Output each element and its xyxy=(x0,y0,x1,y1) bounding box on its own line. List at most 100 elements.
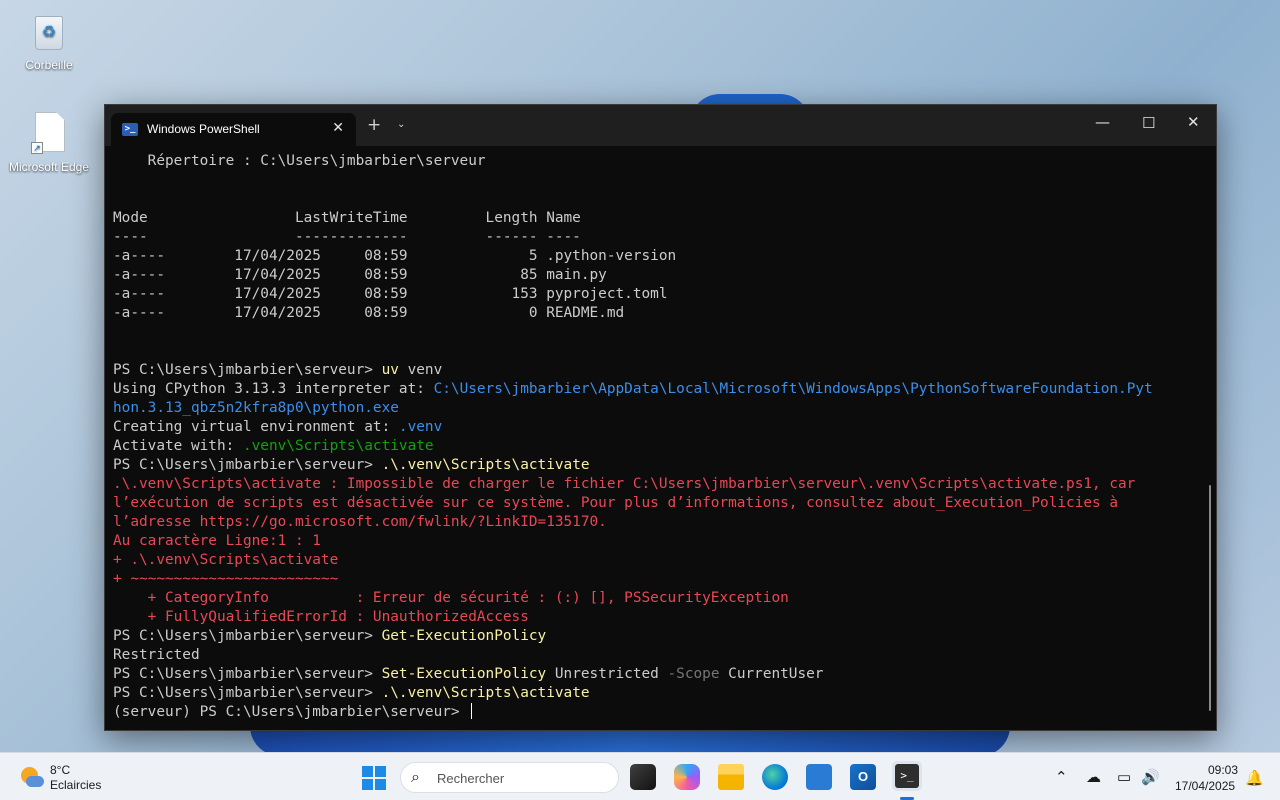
console-text: PS C:\Users\jmbarbier\serveur> xyxy=(113,666,382,682)
console-text: -a---- 17/04/2025 08:59 0 README.md xyxy=(113,305,625,321)
edge-icon[interactable] xyxy=(762,764,788,790)
desktop-icon-label: Corbeille xyxy=(25,58,73,72)
console-line: -a---- 17/04/2025 08:59 5 .python-versio… xyxy=(113,247,1203,266)
console-line: + .\.venv\Scripts\activate xyxy=(113,551,1203,570)
maximize-button[interactable]: ☐ xyxy=(1142,114,1155,132)
task-view-icon[interactable] xyxy=(630,764,656,790)
terminal-taskbar-button[interactable]: >_ xyxy=(892,761,922,791)
console-text: PS C:\Users\jmbarbier\serveur> xyxy=(113,457,382,473)
console-text: l’exécution de scripts est désactivée su… xyxy=(113,495,1119,511)
console-line: l’exécution de scripts est désactivée su… xyxy=(113,494,1203,513)
desktop-icon-recycle-bin[interactable]: ♻ Corbeille xyxy=(4,10,94,72)
console-text: hon.3.13_qbz5n2kfra8p0\python.exe xyxy=(113,400,399,416)
console-text: + ~~~~~~~~~~~~~~~~~~~~~~~~ xyxy=(113,571,339,587)
desktop-icon-edge-shortcut[interactable]: ↗ Microsoft Edge xyxy=(4,112,94,174)
console-line: PS C:\Users\jmbarbier\serveur> Set-Execu… xyxy=(113,665,1203,684)
new-tab-button[interactable]: + xyxy=(367,117,381,134)
onedrive-icon[interactable]: ☁ xyxy=(1086,768,1101,786)
console-line: Répertoire : C:\Users\jmbarbier\serveur xyxy=(113,152,1203,171)
console-text: -a---- 17/04/2025 08:59 85 main.py xyxy=(113,267,607,283)
console-line: ---- ------------- ------ ---- xyxy=(113,228,1203,247)
console-line: Using CPython 3.13.3 interpreter at: C:\… xyxy=(113,380,1203,399)
console-line: PS C:\Users\jmbarbier\serveur> uv venv xyxy=(113,361,1203,380)
console-text: Creating virtual environment at: xyxy=(113,419,399,435)
console-line: -a---- 17/04/2025 08:59 0 README.md xyxy=(113,304,1203,323)
console-text: PS C:\Users\jmbarbier\serveur> xyxy=(113,362,382,378)
console-text: .\.venv\Scripts\activate xyxy=(381,457,590,473)
console-text: Répertoire : C:\Users\jmbarbier\serveur xyxy=(113,153,486,169)
console-text: + .\.venv\Scripts\activate xyxy=(113,552,339,568)
outlook-icon[interactable]: O xyxy=(850,764,876,790)
search-placeholder: Rechercher xyxy=(437,771,505,786)
console-line: -a---- 17/04/2025 08:59 153 pyproject.to… xyxy=(113,285,1203,304)
weather-temperature[interactable]: 8°C xyxy=(50,763,70,777)
copilot-icon[interactable] xyxy=(674,764,700,790)
start-button[interactable] xyxy=(362,766,386,790)
console-text: Set-ExecutionPolicy xyxy=(381,666,547,682)
tab-title: Windows PowerShell xyxy=(147,122,260,136)
console-line: Creating virtual environment at: .venv xyxy=(113,418,1203,437)
console-line: Au caractère Ligne:1 : 1 xyxy=(113,532,1203,551)
microsoft-store-icon[interactable] xyxy=(806,764,832,790)
console-line: + FullyQualifiedErrorId : UnauthorizedAc… xyxy=(113,608,1203,627)
console-line: PS C:\Users\jmbarbier\serveur> .\.venv\S… xyxy=(113,456,1203,475)
console-line: (serveur) PS C:\Users\jmbarbier\serveur> xyxy=(113,703,1203,722)
console-text: .\.venv\Scripts\activate : Impossible de… xyxy=(113,476,1136,492)
clock-time[interactable]: 09:03 xyxy=(1208,763,1238,777)
console-text: PS C:\Users\jmbarbier\serveur> xyxy=(113,628,382,644)
console-text: -Scope xyxy=(667,666,720,682)
chevron-up-icon[interactable]: ⌃ xyxy=(1055,768,1068,786)
console-line: + CategoryInfo : Erreur de sécurité : (:… xyxy=(113,589,1203,608)
network-icon[interactable]: ▭ xyxy=(1117,768,1131,786)
taskbar: 8°C Eclaircies ⌕ Rechercher O >_ ⌃ ☁ ▭ 🔊… xyxy=(0,752,1280,800)
console-text: -a---- 17/04/2025 08:59 153 pyproject.to… xyxy=(113,286,668,302)
desktop-icon-label: Microsoft Edge xyxy=(8,160,90,174)
console-text: PS C:\Users\jmbarbier\serveur> xyxy=(113,685,382,701)
search-box[interactable]: ⌕ Rechercher xyxy=(400,762,619,793)
console-line: Restricted xyxy=(113,646,1203,665)
console-line: + ~~~~~~~~~~~~~~~~~~~~~~~~ xyxy=(113,570,1203,589)
console-line: -a---- 17/04/2025 08:59 85 main.py xyxy=(113,266,1203,285)
title-bar[interactable]: >_ Windows PowerShell ✕ + ⌄ — ☐ ✕ xyxy=(105,105,1216,146)
powershell-icon: >_ xyxy=(122,123,138,136)
console-line: .\.venv\Scripts\activate : Impossible de… xyxy=(113,475,1203,494)
notification-bell-icon[interactable]: 🔔 xyxy=(1245,769,1264,787)
console-text: Get-ExecutionPolicy xyxy=(381,628,547,644)
chevron-down-icon[interactable]: ⌄ xyxy=(397,119,405,130)
console-text: ---- ------------- ------ ---- xyxy=(113,229,581,245)
console-text: venv xyxy=(398,362,443,378)
powershell-window: >_ Windows PowerShell ✕ + ⌄ — ☐ ✕ Répert… xyxy=(104,104,1217,731)
document-shortcut-icon: ↗ xyxy=(29,112,69,156)
console-line: Mode LastWriteTime Length Name xyxy=(113,209,1203,228)
console-text: Mode LastWriteTime Length Name xyxy=(113,210,581,226)
text-cursor xyxy=(471,703,473,719)
console-text: + CategoryInfo : Erreur de sécurité : (:… xyxy=(113,590,789,606)
console-line: PS C:\Users\jmbarbier\serveur> Get-Execu… xyxy=(113,627,1203,646)
volume-icon[interactable]: 🔊 xyxy=(1141,768,1160,786)
recycle-bin-icon: ♻ xyxy=(29,10,69,54)
console-output[interactable]: Répertoire : C:\Users\jmbarbier\serveur M… xyxy=(113,152,1203,727)
clock-date[interactable]: 17/04/2025 xyxy=(1175,779,1235,793)
close-window-button[interactable]: ✕ xyxy=(1187,113,1200,131)
console-line: l’adresse https://go.microsoft.com/fwlin… xyxy=(113,513,1203,532)
console-line: Activate with: .venv\Scripts\activate xyxy=(113,437,1203,456)
console-text: .venv\Scripts\activate xyxy=(242,438,434,454)
console-text: Restricted xyxy=(113,647,200,663)
close-tab-icon[interactable]: ✕ xyxy=(332,119,344,136)
console-text: CurrentUser xyxy=(719,666,824,682)
console-text: .\.venv\Scripts\activate xyxy=(381,685,590,701)
console-text: uv xyxy=(381,362,399,378)
tab-powershell[interactable]: >_ Windows PowerShell ✕ xyxy=(111,113,356,146)
weather-partly-sunny-icon[interactable] xyxy=(18,765,44,789)
console-line: hon.3.13_qbz5n2kfra8p0\python.exe xyxy=(113,399,1203,418)
weather-condition[interactable]: Eclaircies xyxy=(50,778,101,792)
file-explorer-icon[interactable] xyxy=(718,764,744,790)
minimize-button[interactable]: — xyxy=(1095,113,1110,131)
console-text: .venv xyxy=(398,419,443,435)
console-text: Activate with: xyxy=(113,438,243,454)
scrollbar[interactable] xyxy=(1209,485,1211,711)
